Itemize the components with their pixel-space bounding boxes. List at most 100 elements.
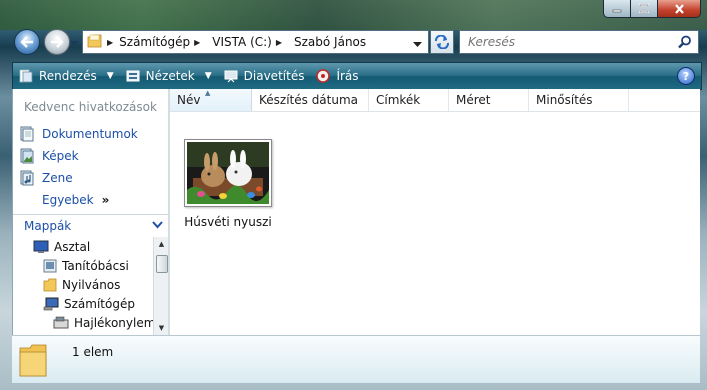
burn-button[interactable]: Írás — [310, 64, 364, 88]
command-bar: Rendezés ▼ Nézetek ▼ Diavetítés Írás ? — [12, 62, 702, 90]
back-button[interactable] — [14, 29, 40, 55]
back-arrow-icon — [20, 36, 33, 48]
column-header-tags[interactable]: Címkék — [369, 89, 449, 111]
breadcrumb-arrow[interactable]: ▶ — [107, 38, 113, 47]
details-pane: 1 elem — [12, 335, 700, 383]
file-thumbnail — [184, 139, 272, 207]
user-folder-icon — [43, 259, 57, 273]
chevron-down-icon: ▼ — [106, 71, 114, 81]
views-label: Nézetek — [145, 69, 195, 83]
item-count: 1 elem — [72, 345, 114, 359]
rabbits-photo-icon — [187, 142, 269, 204]
search-icon[interactable] — [678, 35, 692, 52]
tree-scrollbar[interactable]: ▲ ▼ — [153, 237, 169, 335]
breadcrumb-drive[interactable]: VISTA (C:) ▶ — [212, 35, 288, 49]
column-label: Méret — [456, 93, 491, 107]
navigation-pane: Kedvenc hivatkozások Dokumentumok Képek … — [12, 89, 169, 335]
refresh-icon — [435, 35, 449, 49]
tree-item-desktop[interactable]: Asztal — [33, 237, 90, 256]
favorite-link-label: Zene — [42, 171, 73, 185]
tree-item-floppy[interactable]: Hajlékonylemez — [53, 313, 153, 332]
breadcrumb-computer[interactable]: Számítógép ▶ — [119, 35, 206, 49]
favorite-link-music[interactable]: Zene — [19, 167, 138, 189]
file-item[interactable]: Húsvéti nyuszi — [180, 139, 276, 229]
column-header-name[interactable]: ▲ Név — [170, 89, 252, 111]
breadcrumb-label: VISTA (C:) — [212, 35, 272, 49]
organize-icon — [19, 69, 33, 83]
column-label: Készítés dátuma — [259, 93, 359, 107]
tree-item-label: Asztal — [54, 239, 91, 254]
maximize-button[interactable] — [631, 0, 658, 18]
folders-header[interactable]: Mappák — [13, 214, 169, 237]
column-headers: ▲ Név Készítés dátuma Címkék Méret Minős… — [170, 89, 700, 112]
folder-large-icon — [18, 342, 50, 381]
forward-arrow-icon — [51, 36, 64, 48]
address-history-dropdown[interactable] — [413, 37, 422, 51]
music-icon — [19, 170, 35, 186]
file-name: Húsvéti nyuszi — [184, 215, 272, 229]
scroll-thumb[interactable] — [156, 255, 168, 273]
search-box[interactable] — [459, 30, 699, 54]
tree-item-label: Hajlékonylemez — [74, 315, 153, 330]
recent-pages-dropdown[interactable] — [70, 36, 79, 50]
chevron-down-icon — [413, 42, 422, 47]
more-label: Egyebek — [42, 193, 94, 207]
chevron-down-icon: ▼ — [204, 71, 212, 81]
tree-item-label: Számítógép — [64, 296, 135, 311]
column-header-size[interactable]: Méret — [449, 89, 529, 111]
forward-button[interactable] — [44, 29, 70, 55]
burn-disc-icon — [316, 69, 331, 83]
organize-button[interactable]: Rendezés ▼ — [13, 64, 120, 88]
chevron-down-icon — [70, 41, 79, 46]
favorite-links-list: Dokumentumok Képek Zene Egyebek » — [19, 123, 138, 211]
favorite-link-pictures[interactable]: Képek — [19, 145, 138, 167]
help-button[interactable]: ? — [677, 67, 695, 85]
close-button[interactable] — [658, 0, 701, 18]
breadcrumb-arrow[interactable]: ▶ — [276, 38, 282, 47]
chevron-down-icon — [152, 221, 163, 229]
minimize-button[interactable] — [603, 0, 631, 18]
column-label: Név — [177, 93, 201, 107]
column-label: Minősítés — [536, 93, 593, 107]
tree-item-public[interactable]: Nyilvános — [43, 275, 120, 294]
tree-item-label: Tanítóbácsi — [62, 258, 129, 273]
minimize-icon — [612, 9, 622, 12]
favorite-links-title: Kedvenc hivatkozások — [24, 100, 157, 114]
breadcrumb-user[interactable]: Szabó János — [294, 35, 366, 49]
maximize-icon — [639, 3, 649, 13]
address-bar[interactable]: ▶ Számítógép ▶ VISTA (C:) ▶ Szabó János — [82, 30, 429, 54]
scroll-up-button[interactable]: ▲ — [154, 237, 169, 251]
slideshow-label: Diavetítés — [243, 69, 305, 83]
column-header-rating[interactable]: Minősítés — [529, 89, 629, 111]
burn-label: Írás — [336, 69, 359, 83]
organize-label: Rendezés — [39, 69, 97, 83]
refresh-button[interactable] — [430, 30, 454, 54]
column-label: Címkék — [376, 93, 421, 107]
tree-item-user[interactable]: Tanítóbácsi — [43, 256, 129, 275]
favorite-link-documents[interactable]: Dokumentumok — [19, 123, 138, 145]
search-input[interactable] — [466, 34, 670, 50]
pictures-icon — [19, 148, 35, 164]
favorite-links-more[interactable]: Egyebek » — [19, 189, 138, 211]
file-list-pane: ▲ Név Készítés dátuma Címkék Méret Minős… — [170, 89, 700, 335]
tree-item-computer[interactable]: Számítógép — [43, 294, 135, 313]
favorite-link-label: Képek — [42, 149, 79, 163]
scroll-down-button[interactable]: ▼ — [154, 321, 169, 335]
navigation-bar: ▶ Számítógép ▶ VISTA (C:) ▶ Szabó János — [12, 28, 700, 56]
sort-ascending-icon: ▲ — [205, 89, 211, 97]
folder-icon — [87, 34, 103, 51]
views-button[interactable]: Nézetek ▼ — [120, 64, 218, 88]
folder-tree: Asztal Tanítóbácsi Nyilvános Számítógép … — [13, 237, 153, 335]
favorite-link-label: Dokumentumok — [42, 127, 138, 141]
close-icon — [674, 3, 684, 14]
desktop-icon — [33, 240, 49, 254]
documents-icon — [19, 126, 35, 142]
slideshow-button[interactable]: Diavetítés — [218, 64, 311, 88]
folder-icon — [43, 278, 57, 292]
breadcrumb-arrow[interactable]: ▶ — [194, 38, 200, 47]
folders-title: Mappák — [24, 219, 72, 233]
double-chevron-icon: » — [101, 193, 110, 207]
views-icon — [126, 70, 140, 82]
breadcrumb-label: Szabó János — [294, 35, 367, 49]
column-header-date[interactable]: Készítés dátuma — [252, 89, 369, 111]
